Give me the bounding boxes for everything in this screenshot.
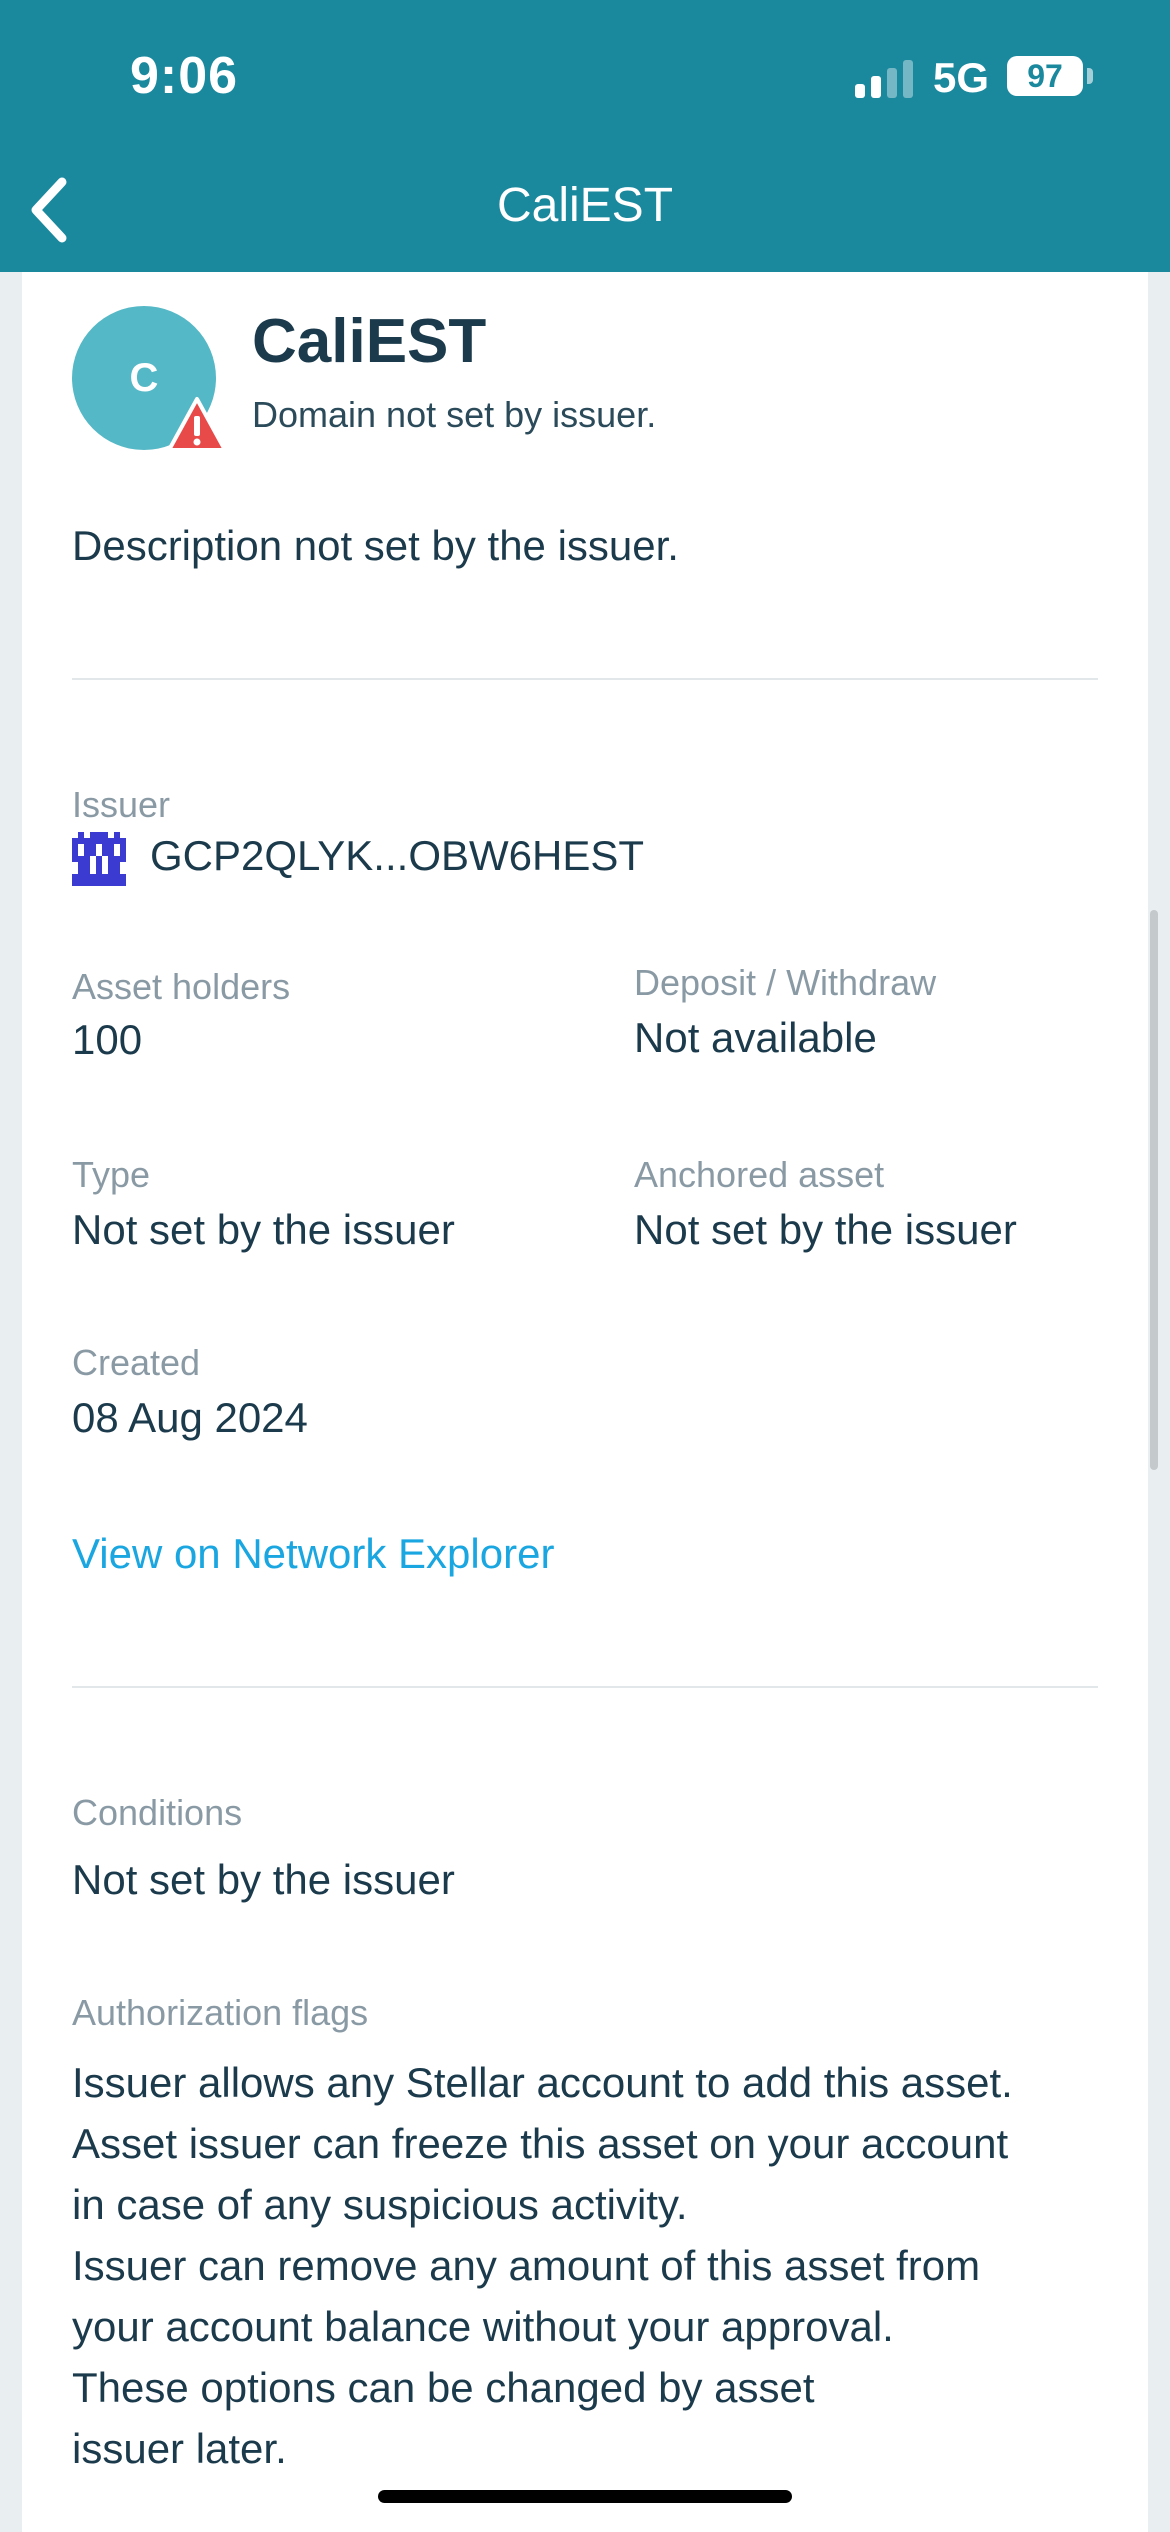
anchored-value: Not set by the issuer: [634, 1206, 1017, 1253]
asset-name: CaliEST: [252, 307, 487, 376]
authorization-line: Issuer can remove any amount of this ass…: [72, 2242, 981, 2289]
authorization-line: Asset issuer can freeze this asset on yo…: [72, 2120, 1009, 2167]
battery-icon: 97: [1007, 56, 1083, 96]
authorization-line: your account balance without your approv…: [72, 2303, 894, 2350]
warning-icon: [166, 396, 228, 454]
holders-label: Asset holders: [72, 966, 291, 1007]
type-value: Not set by the issuer: [72, 1206, 455, 1253]
divider: [72, 1686, 1098, 1688]
type-label: Type: [72, 1154, 151, 1195]
deposit-label: Deposit / Withdraw: [634, 962, 937, 1003]
holders-value: 100: [72, 1016, 143, 1063]
authorization-line: These options can be changed by asset: [72, 2364, 815, 2411]
asset-domain: Domain not set by issuer.: [252, 394, 657, 435]
status-time: 9:06: [130, 47, 239, 105]
issuer-address[interactable]: GCP2QLYK...OBW6HEST: [150, 832, 644, 880]
conditions-label: Conditions: [72, 1792, 243, 1833]
nav-bar: CaliEST: [0, 150, 1170, 272]
issuer-label: Issuer: [72, 784, 171, 825]
battery-tip: [1087, 68, 1093, 84]
conditions-value: Not set by the issuer: [72, 1856, 455, 1903]
network-type: 5G: [933, 54, 990, 101]
scrollbar[interactable]: [1150, 910, 1158, 1470]
created-label: Created: [72, 1342, 201, 1383]
divider: [72, 678, 1098, 680]
status-bar: 9:06 5G 97: [0, 0, 1170, 150]
home-indicator: [378, 2490, 792, 2503]
authorization-label: Authorization flags: [72, 1992, 369, 2033]
anchored-label: Anchored asset: [634, 1154, 885, 1195]
identicon-icon: [72, 832, 126, 886]
asset-description: Description not set by the issuer.: [72, 522, 679, 569]
authorization-line: issuer later.: [72, 2425, 287, 2472]
authorization-line: in case of any suspicious activity.: [72, 2181, 688, 2228]
deposit-value: Not available: [634, 1014, 877, 1061]
created-value: 08 Aug 2024: [72, 1394, 308, 1441]
page-title: CaliEST: [496, 179, 674, 232]
network-explorer-link[interactable]: View on Network Explorer: [72, 1530, 554, 1578]
authorization-line: Issuer allows any Stellar account to add…: [72, 2059, 1013, 2106]
authorization-text: Issuer allows any Stellar account to add…: [72, 2052, 1112, 2479]
signal-icon: [855, 58, 915, 98]
